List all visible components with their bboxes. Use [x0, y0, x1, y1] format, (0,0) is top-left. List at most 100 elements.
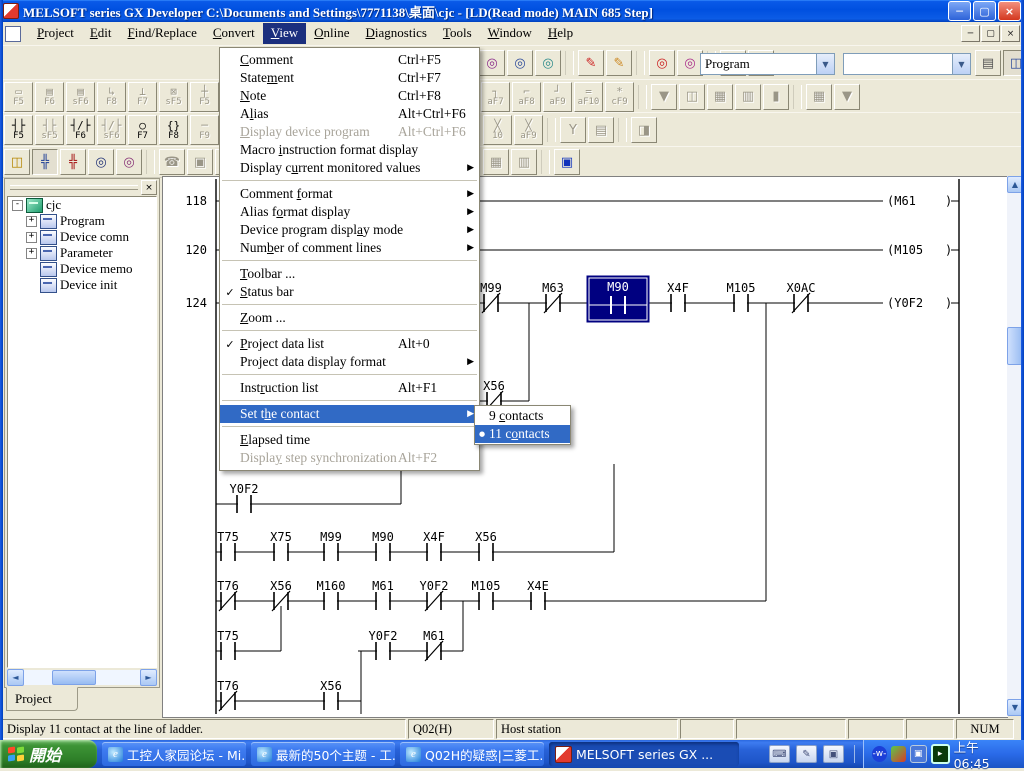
tray-terminal-icon[interactable]: ▸: [931, 744, 950, 764]
toolbar-button-sf6[interactable]: ▤sF6: [66, 82, 95, 112]
stack2-icon[interactable]: ▥: [511, 149, 537, 175]
data-card-icon[interactable]: ◨: [631, 117, 657, 143]
toolbar-button-af9[interactable]: ╳aF9: [514, 115, 543, 145]
toolbar-button-f6[interactable]: ┤/├F6: [66, 115, 95, 145]
toolbar-button-f7[interactable]: ○F7: [128, 115, 157, 145]
scroll-right-icon[interactable]: ►: [140, 669, 157, 686]
menu-item-display-current-monitored-values[interactable]: Display current monitored values▶: [220, 159, 479, 177]
menu-item-alias-format-display[interactable]: Alias format display▶: [220, 203, 479, 221]
grid-run-icon[interactable]: ▼: [834, 84, 860, 110]
stack-icon[interactable]: ▦: [483, 149, 509, 175]
new-comment-icon[interactable]: ▤: [975, 50, 1001, 76]
menu-item-display-device-program[interactable]: Display device programAlt+Ctrl+F6: [220, 123, 479, 141]
combo-drop-icon[interactable]: ▼: [952, 54, 970, 74]
toolbar-button-sf6[interactable]: ┤/├sF6: [97, 115, 126, 145]
submenu-item-9-contacts[interactable]: 9 contacts: [475, 407, 570, 425]
toolbar-button-af9[interactable]: ┘aF9: [543, 82, 572, 112]
replace-device-icon[interactable]: ✎: [578, 50, 604, 76]
expand-icon[interactable]: +: [26, 232, 37, 243]
menu-item-comment-format[interactable]: Comment format▶: [220, 185, 479, 203]
menu-item-zoom[interactable]: Zoom ...: [220, 309, 479, 327]
expand-icon[interactable]: +: [26, 216, 37, 227]
replace-instruction-icon[interactable]: ✎: [606, 50, 632, 76]
mdi-document-icon[interactable]: [5, 26, 21, 42]
tray-antivirus-icon[interactable]: [891, 746, 906, 762]
menu-help[interactable]: Help: [540, 23, 581, 44]
mdi-restore-button[interactable]: ▢: [981, 25, 1000, 42]
menu-item-number-of-comment-lines[interactable]: Number of comment lines▶: [220, 239, 479, 257]
expand-icon[interactable]: +: [26, 248, 37, 259]
toolbar-button-f5[interactable]: ┼F5: [190, 82, 219, 112]
instruction-help-icon[interactable]: ▤: [588, 117, 614, 143]
tree-item-device-memo[interactable]: Device memo: [8, 261, 156, 277]
toolbar-button-10[interactable]: ╳10: [483, 115, 512, 145]
toolbar-button-f8[interactable]: {}F8: [159, 115, 188, 145]
menu-item-display-step-synchronization[interactable]: Display step synchronizationAlt+F2: [220, 449, 479, 467]
menu-edit[interactable]: Edit: [82, 23, 120, 44]
project-data-tree-icon[interactable]: ╬: [32, 149, 58, 175]
tree-item-parameter[interactable]: +Parameter: [8, 245, 156, 261]
start-button[interactable]: 開始: [0, 740, 97, 768]
tray-network-icon[interactable]: ▣: [910, 745, 927, 763]
monitor-error-icon[interactable]: ▦: [707, 84, 733, 110]
device-monitor-icon[interactable]: ▣: [554, 149, 580, 175]
menu-item-status-bar[interactable]: ✓Status bar: [220, 283, 479, 301]
tree-item-program[interactable]: +Program: [8, 213, 156, 229]
menu-item-device-program-display-mode[interactable]: Device program display mode▶: [220, 221, 479, 239]
mdi-minimize-button[interactable]: ─: [961, 25, 980, 42]
combo-drop-icon[interactable]: ▼: [816, 54, 834, 74]
menu-project[interactable]: Project: [29, 23, 82, 44]
scroll-thumb[interactable]: [52, 670, 96, 685]
tree-item-device-init[interactable]: Device init: [8, 277, 156, 293]
menu-diagnostics[interactable]: Diagnostics: [358, 23, 435, 44]
toolbar-button-f7[interactable]: ⊥F7: [128, 82, 157, 112]
toolbar-button-f5[interactable]: ┤├F5: [4, 115, 33, 145]
cross-reference-icon[interactable]: ◎: [649, 50, 675, 76]
toolbar-button-af8[interactable]: ⌐aF8: [512, 82, 541, 112]
collapse-icon[interactable]: -: [12, 200, 23, 211]
taskbar-task-q02h[interactable]: eQ02H的疑惑|三菱工...: [400, 742, 544, 766]
menu-item-set-the-contact[interactable]: Set the contact▶: [220, 405, 479, 423]
panel-close-icon[interactable]: ×: [141, 180, 157, 195]
menu-online[interactable]: Online: [306, 23, 357, 44]
toolbar-button-f9[interactable]: ─F9: [190, 115, 219, 145]
toolbar-button-f5[interactable]: ▭F5: [4, 82, 33, 112]
monitor-stop-icon[interactable]: ◫: [679, 84, 705, 110]
find-device-icon[interactable]: ◎: [479, 50, 505, 76]
monitor-start-icon[interactable]: ▼: [651, 84, 677, 110]
ladder-mode-icon[interactable]: ◫: [4, 149, 30, 175]
tree-item-device-comn[interactable]: +Device comn: [8, 229, 156, 245]
find-instruction-icon[interactable]: ◎: [507, 50, 533, 76]
ime-panel-icon[interactable]: ▣: [823, 745, 844, 763]
menu-item-statement[interactable]: StatementCtrl+F7: [220, 69, 479, 87]
menu-item-elapsed-time[interactable]: Elapsed time: [220, 431, 479, 449]
toolbar-button-sf5[interactable]: ⊠sF5: [159, 82, 188, 112]
toolbar-button-f6[interactable]: ▤F6: [35, 82, 64, 112]
edit-zoom-icon[interactable]: ◎: [116, 149, 142, 175]
taskbar-task-mi[interactable]: e工控人家园论坛 - Mi...: [102, 742, 246, 766]
panel-grip[interactable]: [10, 185, 138, 190]
menu-item-alias[interactable]: AliasAlt+Ctrl+F6: [220, 105, 479, 123]
transfer-icon[interactable]: ☎: [159, 149, 185, 175]
pen-icon[interactable]: ✎: [796, 745, 817, 763]
find-zoom-icon[interactable]: ◎: [88, 149, 114, 175]
menu-item-project-data-list[interactable]: ✓Project data listAlt+0: [220, 335, 479, 353]
menu-find-replace[interactable]: Find/Replace: [120, 23, 205, 44]
menu-tools[interactable]: Tools: [435, 23, 480, 44]
panel-horizontal-scrollbar[interactable]: ◄ ►: [7, 670, 157, 685]
program-combobox[interactable]: Program ▼: [700, 53, 835, 75]
monitor-half-icon[interactable]: ▮: [763, 84, 789, 110]
monitor-step-icon[interactable]: ▥: [735, 84, 761, 110]
menu-item-instruction-list[interactable]: Instruction listAlt+F1: [220, 379, 479, 397]
restore-button[interactable]: ▢: [973, 1, 996, 21]
monitor-x-icon[interactable]: ▣: [187, 149, 213, 175]
tray-network-speed-icon[interactable]: -w-: [872, 746, 887, 762]
menu-view[interactable]: View: [263, 23, 306, 44]
menu-item-macro-instruction-format-display[interactable]: Macro instruction format display: [220, 141, 479, 159]
mdi-close-button[interactable]: ×: [1001, 25, 1020, 42]
tree-item-cjc[interactable]: -cjc: [8, 197, 156, 213]
toolbar-button-sf5[interactable]: ┤├sF5: [35, 115, 64, 145]
minimize-button[interactable]: ─: [948, 1, 971, 21]
taskbar-task-melsoft-series-gx[interactable]: MELSOFT series GX ...: [549, 742, 739, 766]
scroll-left-icon[interactable]: ◄: [7, 669, 24, 686]
